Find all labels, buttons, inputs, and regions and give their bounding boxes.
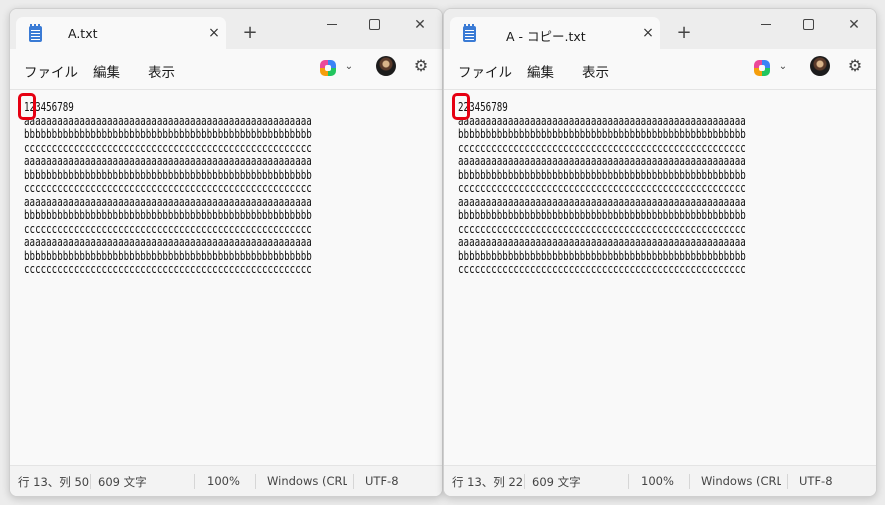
status-encoding[interactable]: UTF-8 xyxy=(799,474,833,488)
menu-bar: ファイル 編集 表示 ⌄ ⚙ xyxy=(444,49,876,90)
status-divider xyxy=(628,474,629,489)
gear-icon[interactable]: ⚙ xyxy=(846,57,864,75)
status-char-count: 609 文字 xyxy=(532,475,581,489)
new-tab-button[interactable]: + xyxy=(240,23,260,43)
notepad-window-left: A.txt × + ✕ ファイル 編集 表示 ⌄ ⚙ 123456789 aaa… xyxy=(9,8,443,497)
close-window-button[interactable]: ✕ xyxy=(404,13,436,37)
new-tab-button[interactable]: + xyxy=(674,23,694,43)
menu-bar: ファイル 編集 表示 ⌄ ⚙ xyxy=(10,49,442,90)
status-divider xyxy=(787,474,788,489)
menu-view[interactable]: 表示 xyxy=(582,61,609,81)
tab-a-txt[interactable]: A.txt × xyxy=(16,17,226,49)
notepad-window-right: A - コピー.txt × + ✕ ファイル 編集 表示 ⌄ ⚙ 2234567… xyxy=(443,8,877,497)
status-cursor-position: 行 13、列 50 xyxy=(18,475,90,489)
status-divider xyxy=(90,474,91,489)
highlight-box xyxy=(18,93,36,120)
maximize-button[interactable] xyxy=(792,13,824,37)
avatar[interactable] xyxy=(810,56,830,76)
status-divider xyxy=(524,474,525,489)
highlight-box xyxy=(452,93,470,120)
tab-close-icon[interactable]: × xyxy=(638,23,658,43)
close-window-button[interactable]: ✕ xyxy=(838,13,870,37)
title-bar: A.txt × + ✕ xyxy=(10,9,442,49)
maximize-button[interactable] xyxy=(358,13,390,37)
status-char-count: 609 文字 xyxy=(98,475,147,489)
status-zoom[interactable]: 100% xyxy=(207,474,240,488)
status-zoom[interactable]: 100% xyxy=(641,474,674,488)
copilot-icon[interactable] xyxy=(320,60,336,76)
menu-file[interactable]: ファイル xyxy=(458,61,512,81)
menu-edit[interactable]: 編集 xyxy=(527,61,554,81)
chevron-down-icon[interactable]: ⌄ xyxy=(777,60,789,74)
tab-title: A.txt xyxy=(68,26,98,41)
tab-close-icon[interactable]: × xyxy=(204,23,224,43)
document-text[interactable]: 223456789 aaaaaaaaaaaaaaaaaaaaaaaaaaaaaa… xyxy=(458,100,746,276)
status-encoding[interactable]: UTF-8 xyxy=(365,474,399,488)
status-bar: 行 13、列 50 609 文字 100% Windows (CRLF) UTF… xyxy=(10,465,442,496)
menu-edit[interactable]: 編集 xyxy=(93,61,120,81)
chevron-down-icon[interactable]: ⌄ xyxy=(343,60,355,74)
status-line-ending[interactable]: Windows (CRLF) xyxy=(701,474,781,488)
avatar[interactable] xyxy=(376,56,396,76)
copilot-icon[interactable] xyxy=(754,60,770,76)
status-cursor-position: 行 13、列 22 xyxy=(452,475,524,489)
minimize-button[interactable] xyxy=(750,13,782,37)
notepad-icon xyxy=(29,24,42,42)
status-divider xyxy=(353,474,354,489)
status-divider xyxy=(689,474,690,489)
status-divider xyxy=(255,474,256,489)
document-text[interactable]: 123456789 aaaaaaaaaaaaaaaaaaaaaaaaaaaaaa… xyxy=(24,100,312,276)
menu-view[interactable]: 表示 xyxy=(148,61,175,81)
tab-a-copy-txt[interactable]: A - コピー.txt × xyxy=(450,17,660,49)
status-line-ending[interactable]: Windows (CRLF) xyxy=(267,474,347,488)
gear-icon[interactable]: ⚙ xyxy=(412,57,430,75)
tab-title: A - コピー.txt xyxy=(506,29,586,44)
minimize-button[interactable] xyxy=(316,13,348,37)
text-editor[interactable]: 223456789 aaaaaaaaaaaaaaaaaaaaaaaaaaaaaa… xyxy=(444,90,876,466)
notepad-icon xyxy=(463,24,476,42)
status-divider xyxy=(194,474,195,489)
status-bar: 行 13、列 22 609 文字 100% Windows (CRLF) UTF… xyxy=(444,465,876,496)
title-bar: A - コピー.txt × + ✕ xyxy=(444,9,876,49)
menu-file[interactable]: ファイル xyxy=(24,61,78,81)
text-editor[interactable]: 123456789 aaaaaaaaaaaaaaaaaaaaaaaaaaaaaa… xyxy=(10,90,442,466)
